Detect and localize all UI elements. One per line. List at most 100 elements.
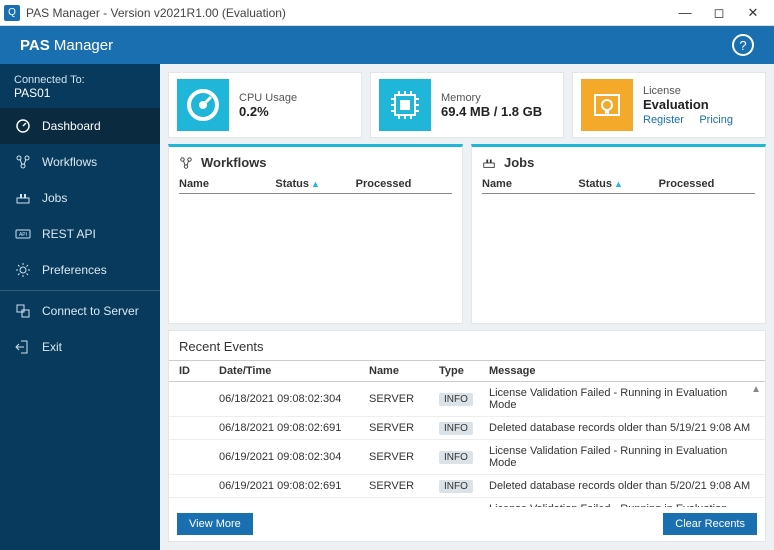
cell-message: Deleted database records older than 5/20… <box>489 480 755 492</box>
cell-name: SERVER <box>369 480 439 492</box>
col-processed[interactable]: Processed <box>356 178 452 190</box>
cell-message: License Validation Failed - Running in E… <box>489 445 755 469</box>
scroll-up-icon[interactable]: ▲ <box>751 384 761 395</box>
sidebar-item-restapi[interactable]: API REST API <box>0 216 160 252</box>
license-label: License <box>643 85 745 97</box>
sidebar: Connected To: PAS01 Dashboard Workflows … <box>0 64 160 550</box>
license-value: Evaluation <box>643 97 745 112</box>
gauge-icon <box>177 79 229 131</box>
titlebar: Q PAS Manager - Version v2021R1.00 (Eval… <box>0 0 774 26</box>
minimize-button[interactable]: — <box>668 5 702 20</box>
sidebar-item-exit[interactable]: Exit <box>0 329 160 365</box>
exit-icon <box>14 338 32 356</box>
close-button[interactable]: ✕ <box>736 5 770 21</box>
col-status[interactable]: Status▲ <box>578 178 658 190</box>
events-title: Recent Events <box>169 331 765 360</box>
col-type[interactable]: Type <box>439 365 489 377</box>
sidebar-item-workflows[interactable]: Workflows <box>0 144 160 180</box>
chip-icon <box>379 79 431 131</box>
workflows-panel-title: Workflows <box>201 155 267 170</box>
sidebar-item-jobs[interactable]: Jobs <box>0 180 160 216</box>
event-row[interactable]: 06/19/2021 09:08:02:691SERVERINFODeleted… <box>169 475 765 498</box>
sidebar-item-label: REST API <box>42 227 96 241</box>
share-icon <box>179 156 193 170</box>
cell-name: SERVER <box>369 422 439 434</box>
license-card: License Evaluation Register Pricing <box>572 72 766 138</box>
connect-icon <box>14 302 32 320</box>
connection-label: Connected To: <box>14 74 146 86</box>
sidebar-item-connect[interactable]: Connect to Server <box>0 293 160 329</box>
factory-icon <box>482 156 496 170</box>
workflows-panel: Workflows Name Status▲ Processed <box>168 144 463 324</box>
cell-type: INFO <box>439 480 489 492</box>
sort-asc-icon: ▲ <box>311 179 320 189</box>
sidebar-separator <box>0 290 160 291</box>
sidebar-item-dashboard[interactable]: Dashboard <box>0 108 160 144</box>
col-name[interactable]: Name <box>369 365 439 377</box>
events-header: ID Date/Time Name Type Message <box>169 360 765 382</box>
cell-message: Deleted database records older than 5/19… <box>489 422 755 434</box>
gear-icon <box>14 261 32 279</box>
memory-label: Memory <box>441 92 542 104</box>
window-title: PAS Manager - Version v2021R1.00 (Evalua… <box>26 6 668 20</box>
memory-card: Memory 69.4 MB / 1.8 GB <box>370 72 564 138</box>
sidebar-item-label: Dashboard <box>42 119 101 133</box>
svg-text:API: API <box>19 232 27 238</box>
cpu-card: CPU Usage 0.2% <box>168 72 362 138</box>
cell-type: INFO <box>439 393 489 405</box>
license-icon <box>581 79 633 131</box>
cell-type: INFO <box>439 422 489 434</box>
col-processed[interactable]: Processed <box>659 178 755 190</box>
help-icon[interactable]: ? <box>732 34 754 56</box>
col-message[interactable]: Message <box>489 365 755 377</box>
event-row[interactable]: 06/18/2021 09:08:02:691SERVERINFODeleted… <box>169 417 765 440</box>
connection-info: Connected To: PAS01 <box>0 64 160 102</box>
event-row[interactable]: 06/18/2021 09:08:02:304SERVERINFOLicense… <box>169 382 765 417</box>
memory-value: 69.4 MB / 1.8 GB <box>441 104 542 119</box>
workflows-icon <box>14 153 32 171</box>
cell-datetime: 06/18/2021 09:08:02:304 <box>219 393 369 405</box>
sidebar-item-preferences[interactable]: Preferences <box>0 252 160 288</box>
cell-datetime: 06/19/2021 09:08:02:691 <box>219 480 369 492</box>
cpu-label: CPU Usage <box>239 92 297 104</box>
col-status[interactable]: Status▲ <box>275 178 355 190</box>
api-icon: API <box>14 225 32 243</box>
jobs-panel-title: Jobs <box>504 155 534 170</box>
main-area: CPU Usage 0.2% Memory 69.4 MB / 1.8 GB L… <box>160 64 774 550</box>
register-link[interactable]: Register <box>643 114 684 126</box>
app-logo-icon: Q <box>4 5 20 21</box>
topbar: PAS Manager ? <box>0 26 774 64</box>
connection-server: PAS01 <box>14 86 146 100</box>
sidebar-item-label: Preferences <box>42 263 107 277</box>
pricing-link[interactable]: Pricing <box>699 114 733 126</box>
events-panel: Recent Events ID Date/Time Name Type Mes… <box>168 330 766 542</box>
event-row[interactable]: 06/19/2021 09:08:02:304SERVERINFOLicense… <box>169 440 765 475</box>
jobs-header: Name Status▲ Processed <box>482 178 755 194</box>
sidebar-item-label: Connect to Server <box>42 304 139 318</box>
maximize-button[interactable]: ◻ <box>702 5 736 21</box>
jobs-icon <box>14 189 32 207</box>
cell-datetime: 06/18/2021 09:08:02:691 <box>219 422 369 434</box>
cell-message: License Validation Failed - Running in E… <box>489 387 755 411</box>
cell-type: INFO <box>439 451 489 463</box>
col-id[interactable]: ID <box>179 365 219 377</box>
sidebar-item-label: Exit <box>42 340 62 354</box>
event-row[interactable]: 06/20/2021 09:08:02:304SERVERINFOLicense… <box>169 498 765 507</box>
cpu-value: 0.2% <box>239 104 297 119</box>
brand-label: PAS Manager <box>20 37 113 54</box>
sidebar-item-label: Workflows <box>42 155 97 169</box>
cell-message: License Validation Failed - Running in E… <box>489 503 755 507</box>
col-datetime[interactable]: Date/Time <box>219 365 369 377</box>
workflows-header: Name Status▲ Processed <box>179 178 452 194</box>
col-name[interactable]: Name <box>179 178 275 190</box>
cell-name: SERVER <box>369 393 439 405</box>
sidebar-item-label: Jobs <box>42 191 67 205</box>
jobs-panel: Jobs Name Status▲ Processed <box>471 144 766 324</box>
view-more-button[interactable]: View More <box>177 513 253 535</box>
sort-asc-icon: ▲ <box>614 179 623 189</box>
col-name[interactable]: Name <box>482 178 578 190</box>
clear-recents-button[interactable]: Clear Recents <box>663 513 757 535</box>
cell-datetime: 06/19/2021 09:08:02:304 <box>219 451 369 463</box>
cell-name: SERVER <box>369 451 439 463</box>
dashboard-icon <box>14 117 32 135</box>
